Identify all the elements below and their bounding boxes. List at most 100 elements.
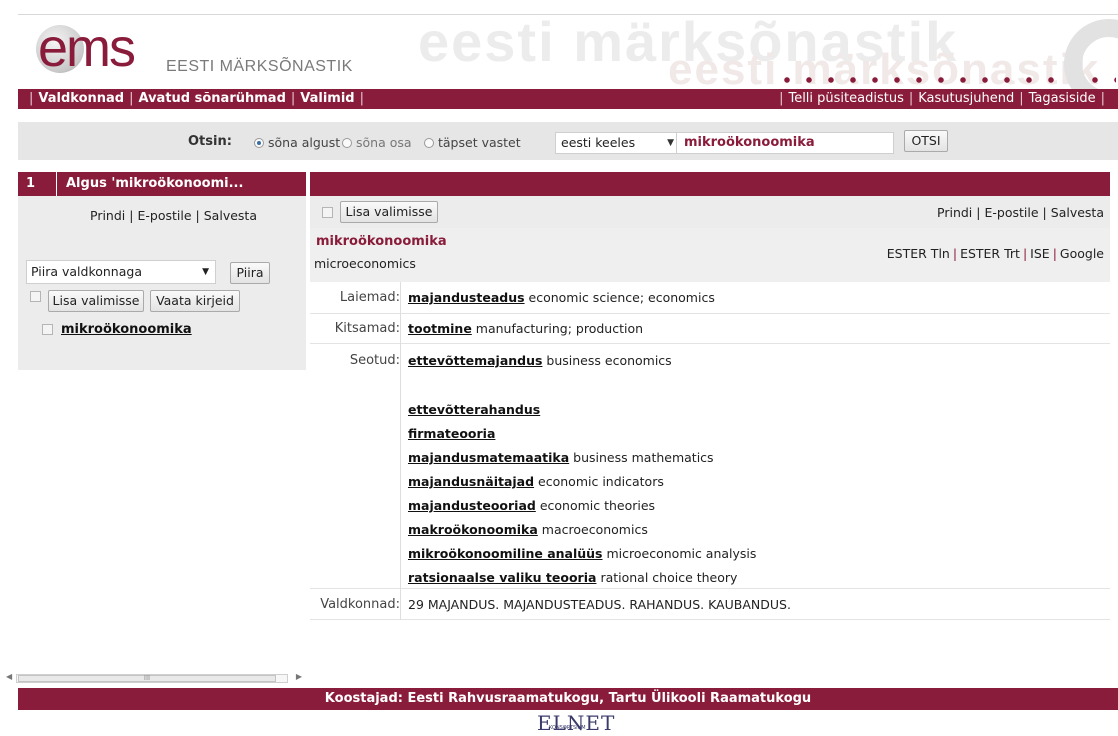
nav-valimid[interactable]: Valimid bbox=[300, 91, 354, 106]
result-term-link[interactable]: mikroökonoomika bbox=[61, 322, 192, 337]
nav-right: | Telli püsiteadistus | Kasutusjuhend | Tagas… bbox=[779, 91, 1105, 106]
related-term-en: microeconomic analysis bbox=[606, 546, 757, 561]
record-term-header: mikroökonoomika microeconomics ESTER Tln… bbox=[310, 228, 1110, 282]
email-link[interactable]: E-postile bbox=[137, 208, 191, 223]
search-input[interactable]: mikroökonoomika bbox=[676, 132, 894, 154]
filter-button[interactable]: Piira bbox=[230, 262, 270, 284]
view-records-button[interactable]: Vaata kirjeid bbox=[150, 290, 240, 312]
related-term-link[interactable]: majandusmatemaatika bbox=[408, 450, 569, 465]
related-term-link[interactable]: firmateooria bbox=[408, 426, 495, 441]
radio-tapset-vastet[interactable]: täpset vastet bbox=[424, 135, 521, 150]
radio-sona-algust[interactable]: sõna algust bbox=[254, 135, 340, 150]
related-term-link[interactable]: ettevõttemajandus bbox=[408, 353, 542, 368]
record-email-link[interactable]: E-postile bbox=[985, 205, 1039, 220]
related-term-en: macroeconomics bbox=[541, 522, 648, 537]
related-term-link[interactable]: majandusteooriad bbox=[408, 498, 536, 513]
radio-label: täpset vastet bbox=[438, 135, 521, 150]
related-terms-list: ettevõtterahandus firmateooria majandusm… bbox=[408, 398, 756, 590]
related-term-en: rational choice theory bbox=[600, 570, 738, 585]
broader-term-link[interactable]: majandusteadus bbox=[408, 290, 525, 305]
logo-text: ems bbox=[38, 18, 136, 78]
ester-trt-link[interactable]: ESTER Trt bbox=[960, 246, 1020, 261]
record-print-link[interactable]: Prindi bbox=[937, 205, 972, 220]
row-valdkonnad: Valdkonnad: 29 MAJANDUS. MAJANDUSTEADUS.… bbox=[310, 588, 1110, 620]
record-save-link[interactable]: Salvesta bbox=[1051, 205, 1104, 220]
related-term-link[interactable]: ettevõtterahandus bbox=[408, 402, 540, 417]
site-header: ems EESTI MÄRKSÕNASTIK eesti märksõnasti… bbox=[18, 14, 1118, 89]
result-checkbox[interactable] bbox=[42, 324, 53, 335]
screenshot-gap bbox=[0, 376, 1118, 386]
nav-kasutusjuhend[interactable]: Kasutusjuhend bbox=[918, 91, 1014, 106]
elnet-logo-subtitle: KONSORTSIUM bbox=[549, 725, 586, 731]
row-value: majandusteadus economic science; economi… bbox=[408, 290, 715, 305]
radio-label: sõna algust bbox=[268, 135, 341, 150]
row-label: Kitsamad: bbox=[334, 321, 400, 336]
language-select[interactable]: eesti keeles ▼ bbox=[555, 132, 681, 154]
narrower-term-link[interactable]: tootmine bbox=[408, 321, 472, 336]
horizontal-scrollbar[interactable]: ◀ III ▶ bbox=[6, 672, 306, 684]
search-button[interactable]: OTSI bbox=[904, 130, 948, 152]
domain-filter-value: Piira valdkonnaga bbox=[31, 264, 142, 279]
elnet-logo-text: ELNET bbox=[537, 711, 616, 735]
nav-valdkonnad[interactable]: Valdkonnad bbox=[38, 91, 124, 106]
header-divider bbox=[56, 172, 57, 196]
main-nav: | Valdkonnad | Avatud sõnarühmad | Valimid | |… bbox=[18, 89, 1118, 109]
related-term-link[interactable]: majandusnäitajad bbox=[408, 474, 534, 489]
list-item: makroökonoomika macroeconomics bbox=[408, 518, 756, 542]
add-to-selection-button[interactable]: Lisa valimisse bbox=[48, 290, 144, 312]
results-panel-header: 1 Algus 'mikroökonoomi... bbox=[18, 172, 306, 196]
google-link[interactable]: Google bbox=[1060, 246, 1104, 261]
list-item: ratsionaalse valiku teooria rational cho… bbox=[408, 566, 756, 590]
save-link[interactable]: Salvesta bbox=[204, 208, 257, 223]
domain-filter-select[interactable]: Piira valdkonnaga ▼ bbox=[26, 260, 216, 284]
scrollbar-thumb[interactable]: III bbox=[18, 675, 276, 682]
ise-link[interactable]: ISE bbox=[1030, 246, 1050, 261]
record-checkbox[interactable] bbox=[322, 207, 333, 218]
results-actions: Prindi | E-postile | Salvesta bbox=[90, 208, 257, 223]
related-term-en: economic theories bbox=[539, 498, 656, 513]
scroll-right-icon[interactable]: ▶ bbox=[296, 672, 302, 681]
related-term-link[interactable]: ratsionaalse valiku teooria bbox=[408, 570, 596, 585]
nav-tagasiside[interactable]: Tagasiside bbox=[1029, 91, 1096, 106]
search-bar: Otsin: sõna algust sõna osa täpset vaste… bbox=[18, 122, 1118, 160]
related-term-en: economic indicators bbox=[538, 474, 664, 489]
record-actions: Prindi | E-postile | Salvesta bbox=[937, 205, 1104, 220]
related-term-link[interactable]: makroökonoomika bbox=[408, 522, 538, 537]
record-toolbar: Lisa valimisse Prindi | E-postile | Salvesta bbox=[310, 196, 1110, 228]
radio-sona-osa[interactable]: sõna osa bbox=[342, 135, 412, 150]
radio-icon bbox=[424, 137, 434, 148]
record-translation: microeconomics bbox=[314, 256, 416, 271]
record-panel-header bbox=[310, 172, 1110, 196]
radio-icon bbox=[342, 137, 352, 148]
language-value: eesti keeles bbox=[561, 135, 636, 150]
select-all-checkbox[interactable] bbox=[30, 291, 41, 302]
external-links: ESTER Tln | ESTER Trt | ISE | Google bbox=[886, 246, 1104, 261]
print-link[interactable]: Prindi bbox=[90, 208, 125, 223]
site-subtitle: EESTI MÄRKSÕNASTIK bbox=[166, 58, 353, 75]
chevron-down-icon: ▼ bbox=[202, 267, 209, 277]
elnet-logo[interactable]: ELNET KONSORTSIUM bbox=[537, 711, 615, 735]
nav-telli-pusiteadistus[interactable]: Telli püsiteadistus bbox=[788, 91, 903, 106]
row-label: Laiemad: bbox=[339, 290, 400, 305]
results-panel: Prindi | E-postile | Salvesta Piira valdkonn… bbox=[18, 196, 306, 370]
ester-tln-link[interactable]: ESTER Tln bbox=[887, 246, 950, 261]
row-value: tootmine manufacturing; production bbox=[408, 321, 643, 336]
row-label: Valdkonnad: bbox=[320, 597, 400, 612]
ems-logo[interactable]: ems bbox=[28, 18, 168, 85]
list-item: ettevõtterahandus bbox=[408, 398, 756, 422]
record-add-to-selection-button[interactable]: Lisa valimisse bbox=[340, 201, 438, 223]
row-value: ettevõttemajandus business economics bbox=[408, 353, 672, 368]
domain-value: 29 MAJANDUS. MAJANDUSTEADUS. RAHANDUS. K… bbox=[408, 597, 791, 612]
row-label: Seotud: bbox=[349, 353, 400, 368]
scroll-left-icon[interactable]: ◀ bbox=[6, 672, 12, 681]
row-kitsamad: Kitsamad: tootmine manufacturing; produc… bbox=[310, 314, 1110, 344]
related-term-en: business mathematics bbox=[573, 450, 714, 465]
decorative-dots bbox=[776, 77, 1116, 83]
radio-label: sõna osa bbox=[356, 135, 412, 150]
nav-avatud-sonaruhmad[interactable]: Avatud sõnarühmad bbox=[138, 91, 285, 106]
related-term-link[interactable]: mikroökonoomiline analüüs bbox=[408, 546, 603, 561]
results-panel-title: Algus 'mikroökonoomi... bbox=[66, 176, 244, 191]
results-panel-number: 1 bbox=[26, 176, 36, 191]
chevron-down-icon: ▼ bbox=[667, 138, 674, 148]
row-seotud: Seotud: ettevõttemajandus business econo… bbox=[310, 344, 1110, 376]
